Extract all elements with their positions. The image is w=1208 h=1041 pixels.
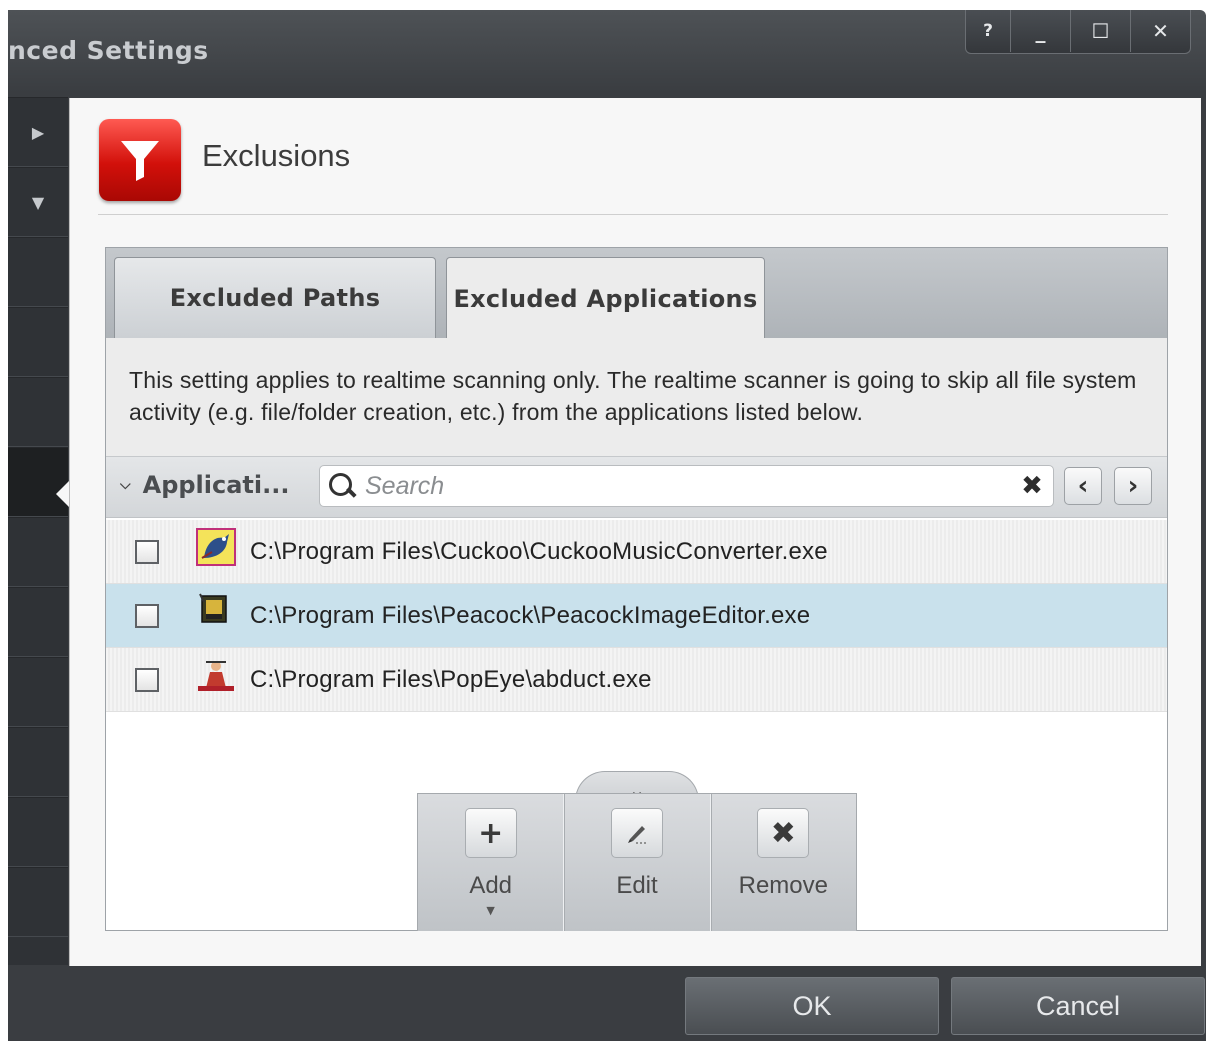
column-header-label: Applicati... bbox=[142, 471, 290, 499]
edit-label: Edit bbox=[616, 872, 658, 899]
plus-icon: + bbox=[464, 808, 517, 858]
collapse-arrow-icon[interactable]: ▼ bbox=[8, 167, 68, 237]
pencil-icon bbox=[610, 808, 663, 858]
nav-item[interactable] bbox=[8, 797, 68, 867]
action-buttons: + Add ▼ Edit ✖ Remove bbox=[417, 793, 857, 931]
tab-container: Excluded Paths Excluded Applications Thi… bbox=[105, 247, 1168, 931]
column-header-applications[interactable]: ⌵ Applicati... bbox=[120, 471, 289, 499]
applications-list: C:\Program Files\Cuckoo\CuckooMusicConve… bbox=[106, 520, 1167, 712]
list-item[interactable]: C:\Program Files\Cuckoo\CuckooMusicConve… bbox=[106, 520, 1167, 584]
list-item[interactable]: C:\Program Files\PopEye\abduct.exe bbox=[106, 648, 1167, 712]
nav-item[interactable] bbox=[8, 657, 68, 727]
nav-item[interactable] bbox=[8, 237, 68, 307]
page-title: Exclusions bbox=[202, 138, 351, 173]
nav-item[interactable] bbox=[8, 727, 68, 797]
dropdown-arrow-icon[interactable]: ▼ bbox=[486, 904, 494, 917]
minimize-button[interactable]: _ bbox=[1010, 10, 1070, 52]
cancel-button[interactable]: Cancel bbox=[951, 977, 1205, 1035]
next-result-button[interactable]: › bbox=[1114, 467, 1152, 505]
figure-icon bbox=[196, 656, 236, 694]
search-box: ✖ bbox=[319, 465, 1054, 507]
search-input[interactable] bbox=[365, 471, 1015, 501]
left-navigation: ▶ ▼ bbox=[8, 97, 68, 965]
dialog-footer: OK Cancel bbox=[8, 965, 1206, 1041]
tab-description: This setting applies to realtime scannin… bbox=[106, 338, 1167, 456]
nav-item[interactable] bbox=[8, 867, 68, 937]
nav-item[interactable] bbox=[8, 587, 68, 657]
help-button[interactable]: ? bbox=[966, 10, 1010, 52]
funnel-icon bbox=[99, 119, 181, 201]
nav-item[interactable] bbox=[8, 377, 68, 447]
remove-label: Remove bbox=[738, 872, 828, 899]
tab-excluded-paths[interactable]: Excluded Paths bbox=[114, 257, 436, 338]
chevron-down-icon: ⌵ bbox=[120, 477, 131, 493]
add-label: Add bbox=[469, 872, 513, 899]
clear-search-icon[interactable]: ✖ bbox=[1015, 471, 1049, 501]
header-divider bbox=[98, 214, 1168, 215]
list-item-selected[interactable]: C:\Program Files\Peacock\PeacockImageEdi… bbox=[106, 584, 1167, 648]
search-icon bbox=[329, 473, 355, 499]
nav-item[interactable] bbox=[8, 517, 68, 587]
ok-button[interactable]: OK bbox=[685, 977, 939, 1035]
row-checkbox[interactable] bbox=[135, 603, 159, 628]
application-path: C:\Program Files\PopEye\abduct.exe bbox=[250, 665, 652, 693]
x-icon: ✖ bbox=[757, 808, 810, 858]
expand-arrow-icon[interactable]: ▶ bbox=[8, 97, 68, 167]
bird-icon bbox=[196, 528, 236, 566]
row-checkbox[interactable] bbox=[135, 539, 159, 564]
tab-strip: Excluded Paths Excluded Applications bbox=[106, 248, 1167, 339]
row-checkbox[interactable] bbox=[135, 667, 159, 692]
application-path: C:\Program Files\Peacock\PeacockImageEdi… bbox=[250, 601, 811, 629]
maximize-button[interactable]: ☐ bbox=[1070, 10, 1130, 52]
action-tray: ⌄ + Add ▼ Edit ✖ Remove bbox=[417, 771, 857, 931]
edit-button[interactable]: Edit bbox=[563, 794, 709, 931]
close-button[interactable]: ✕ bbox=[1130, 10, 1190, 52]
window-controls: ? _ ☐ ✕ bbox=[965, 10, 1191, 54]
image-editor-icon bbox=[196, 592, 236, 630]
previous-result-button[interactable]: ‹ bbox=[1064, 467, 1102, 505]
application-path: C:\Program Files\Cuckoo\CuckooMusicConve… bbox=[250, 537, 828, 565]
add-button[interactable]: + Add ▼ bbox=[418, 794, 563, 931]
remove-button[interactable]: ✖ Remove bbox=[709, 794, 856, 931]
window-title: nced Settings bbox=[8, 36, 209, 65]
filter-bar: ⌵ Applicati... ✖ ‹ › bbox=[106, 456, 1167, 518]
tab-excluded-applications[interactable]: Excluded Applications bbox=[446, 257, 765, 339]
exclusions-panel: Exclusions Excluded Paths Excluded Appli… bbox=[69, 98, 1201, 966]
nav-item[interactable] bbox=[8, 307, 68, 377]
